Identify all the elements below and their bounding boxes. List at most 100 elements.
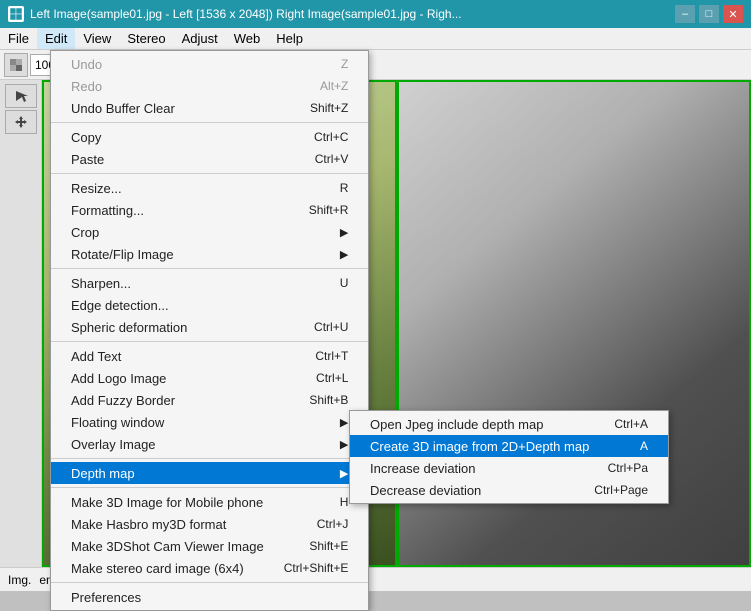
depth-map-arrow: ▶ — [340, 467, 348, 480]
menu-bar: File Edit View Stereo Adjust Web Help — [0, 28, 751, 50]
add-fuzzy-shortcut: Shift+B — [309, 393, 348, 407]
formatting-label: Formatting... — [71, 203, 269, 218]
sharpen-shortcut: U — [340, 276, 349, 290]
add-logo-label: Add Logo Image — [71, 371, 276, 386]
copy-shortcut: Ctrl+C — [314, 130, 348, 144]
paste-label: Paste — [71, 152, 275, 167]
add-fuzzy-label: Add Fuzzy Border — [71, 393, 269, 408]
submenu-decrease-dev[interactable]: Decrease deviation Ctrl+Page — [350, 479, 668, 501]
edit-dropdown-container: Undo Z Redo Alt+Z Undo Buffer Clear Shif… — [50, 50, 369, 611]
add-text-label: Add Text — [71, 349, 275, 364]
menu-edge-detection[interactable]: Edge detection... — [51, 294, 368, 316]
rotate-flip-label: Rotate/Flip Image — [71, 247, 330, 262]
open-jpeg-label: Open Jpeg include depth map — [370, 417, 574, 432]
stereo-card-label: Make stereo card image (6x4) — [71, 561, 244, 576]
menu-3dshot[interactable]: Make 3DShot Cam Viewer Image Shift+E — [51, 535, 368, 557]
hasbro-shortcut: Ctrl+J — [317, 517, 349, 531]
submenu-create-3d[interactable]: Create 3D image from 2D+Depth map A — [350, 435, 668, 457]
make-3d-mobile-label: Make 3D Image for Mobile phone — [71, 495, 300, 510]
overlay-label: Overlay Image — [71, 437, 330, 452]
separator-3 — [51, 268, 368, 269]
increase-dev-label: Increase deviation — [370, 461, 568, 476]
menu-floating[interactable]: Floating window ▶ — [51, 411, 368, 433]
spheric-shortcut: Ctrl+U — [314, 320, 348, 334]
menu-redo[interactable]: Redo Alt+Z — [51, 75, 368, 97]
menu-web[interactable]: Web — [226, 28, 269, 49]
minimize-button[interactable]: – — [675, 5, 695, 23]
menu-undo-buffer-clear[interactable]: Undo Buffer Clear Shift+Z — [51, 97, 368, 119]
sharpen-label: Sharpen... — [71, 276, 300, 291]
floating-arrow: ▶ — [340, 416, 348, 429]
overlay-arrow: ▶ — [340, 438, 348, 451]
add-logo-shortcut: Ctrl+L — [316, 371, 348, 385]
undo-buffer-clear-label: Undo Buffer Clear — [71, 101, 270, 116]
menu-add-fuzzy[interactable]: Add Fuzzy Border Shift+B — [51, 389, 368, 411]
menu-add-text[interactable]: Add Text Ctrl+T — [51, 345, 368, 367]
menu-adjust[interactable]: Adjust — [174, 28, 226, 49]
menu-help[interactable]: Help — [268, 28, 311, 49]
increase-dev-shortcut: Ctrl+Pa — [608, 461, 648, 475]
menu-preferences[interactable]: Preferences — [51, 586, 368, 608]
toolbar-icon-1[interactable] — [4, 53, 28, 77]
submenu-open-jpeg[interactable]: Open Jpeg include depth map Ctrl+A — [350, 413, 668, 435]
separator-6 — [51, 487, 368, 488]
menu-stereo[interactable]: Stereo — [119, 28, 173, 49]
paste-shortcut: Ctrl+V — [315, 152, 349, 166]
separator-7 — [51, 582, 368, 583]
decrease-dev-shortcut: Ctrl+Page — [594, 483, 648, 497]
undo-buffer-clear-shortcut: Shift+Z — [310, 101, 348, 115]
undo-shortcut: Z — [341, 57, 348, 71]
open-jpeg-shortcut: Ctrl+A — [614, 417, 648, 431]
tool-arrow[interactable] — [5, 84, 37, 108]
stereo-card-shortcut: Ctrl+Shift+E — [284, 561, 349, 575]
formatting-shortcut: Shift+R — [309, 203, 349, 217]
spheric-label: Spheric deformation — [71, 320, 274, 335]
menu-copy[interactable]: Copy Ctrl+C — [51, 126, 368, 148]
menu-file[interactable]: File — [0, 28, 37, 49]
menu-make-3d-mobile[interactable]: Make 3D Image for Mobile phone H — [51, 491, 368, 513]
menu-depth-map[interactable]: Depth map ▶ — [51, 462, 368, 484]
create-3d-label: Create 3D image from 2D+Depth map — [370, 439, 600, 454]
edit-dropdown-menu: Undo Z Redo Alt+Z Undo Buffer Clear Shif… — [50, 50, 369, 611]
menu-view[interactable]: View — [75, 28, 119, 49]
resize-shortcut: R — [340, 181, 349, 195]
preferences-label: Preferences — [71, 590, 308, 605]
menu-rotate-flip[interactable]: Rotate/Flip Image ▶ — [51, 243, 368, 265]
menu-formatting[interactable]: Formatting... Shift+R — [51, 199, 368, 221]
menu-undo[interactable]: Undo Z — [51, 53, 368, 75]
app-icon — [8, 6, 24, 22]
window-title: Left Image(sample01.jpg - Left [1536 x 2… — [30, 7, 462, 21]
copy-label: Copy — [71, 130, 274, 145]
depth-map-label: Depth map — [71, 466, 330, 481]
separator-4 — [51, 341, 368, 342]
separator-5 — [51, 458, 368, 459]
redo-shortcut: Alt+Z — [320, 79, 348, 93]
create-3d-shortcut: A — [640, 439, 648, 453]
separator-2 — [51, 173, 368, 174]
menu-stereo-card[interactable]: Make stereo card image (6x4) Ctrl+Shift+… — [51, 557, 368, 579]
menu-add-logo[interactable]: Add Logo Image Ctrl+L — [51, 367, 368, 389]
submenu-increase-dev[interactable]: Increase deviation Ctrl+Pa — [350, 457, 668, 479]
redo-label: Redo — [71, 79, 280, 94]
resize-label: Resize... — [71, 181, 300, 196]
menu-paste[interactable]: Paste Ctrl+V — [51, 148, 368, 170]
menu-resize[interactable]: Resize... R — [51, 177, 368, 199]
tool-move[interactable] — [5, 110, 37, 134]
3dshot-shortcut: Shift+E — [309, 539, 348, 553]
decrease-dev-label: Decrease deviation — [370, 483, 554, 498]
left-sidebar — [0, 80, 42, 567]
3dshot-label: Make 3DShot Cam Viewer Image — [71, 539, 269, 554]
menu-spheric[interactable]: Spheric deformation Ctrl+U — [51, 316, 368, 338]
maximize-button[interactable]: □ — [699, 5, 719, 23]
floating-label: Floating window — [71, 415, 330, 430]
menu-hasbro[interactable]: Make Hasbro my3D format Ctrl+J — [51, 513, 368, 535]
depth-map-submenu: Open Jpeg include depth map Ctrl+A Creat… — [349, 410, 669, 504]
menu-crop[interactable]: Crop ▶ — [51, 221, 368, 243]
rotate-flip-arrow: ▶ — [340, 248, 348, 261]
menu-overlay[interactable]: Overlay Image ▶ — [51, 433, 368, 455]
menu-edit[interactable]: Edit — [37, 28, 75, 49]
undo-label: Undo — [71, 57, 301, 72]
crop-arrow: ▶ — [340, 226, 348, 239]
menu-sharpen[interactable]: Sharpen... U — [51, 272, 368, 294]
close-button[interactable]: ✕ — [723, 5, 743, 23]
